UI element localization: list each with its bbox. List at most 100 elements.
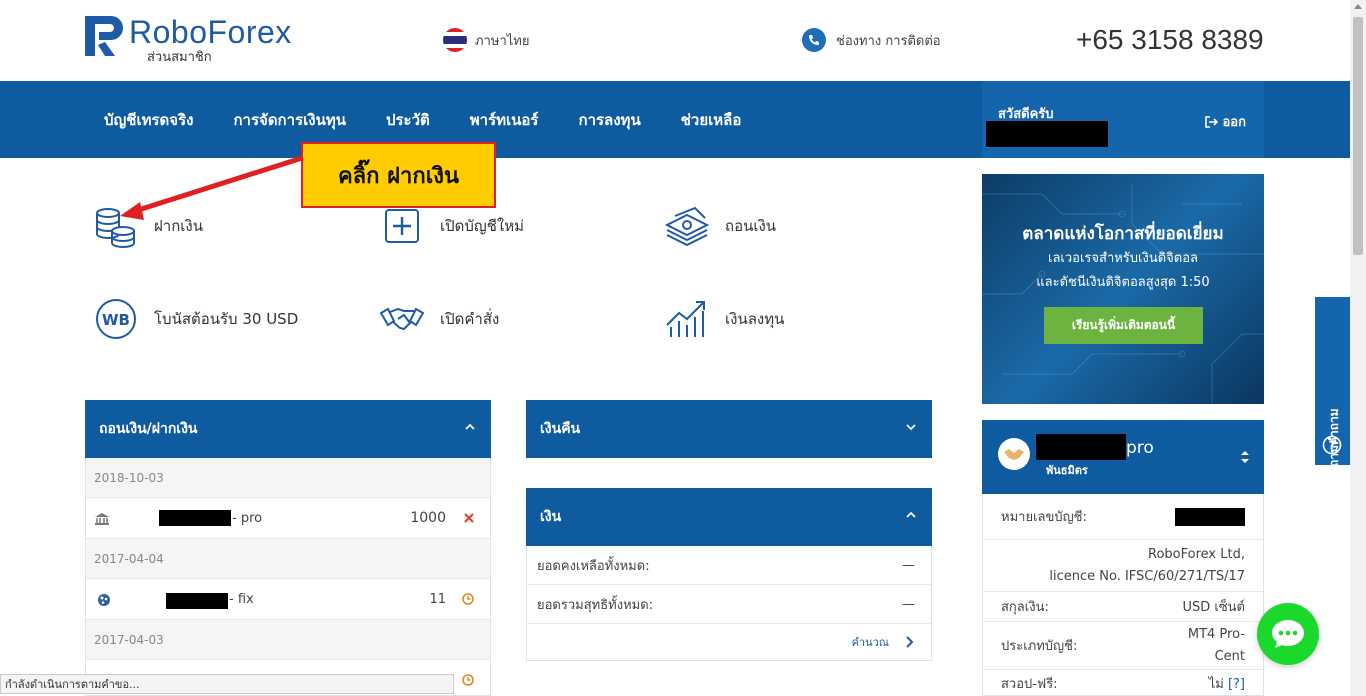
contact-link[interactable]: ช่องทาง การติดต่อ xyxy=(802,28,941,52)
transaction-row[interactable]: - fix 11 xyxy=(86,579,490,620)
calculate-label: คำนวณ xyxy=(851,636,889,649)
total-equity-row: ยอดรวมสุทธิทั้งหมด: — xyxy=(527,585,931,624)
company-licence: licence No. IFSC/60/271/TS/17 xyxy=(1049,568,1245,584)
clock-icon xyxy=(462,593,474,605)
language-selector[interactable]: ภาษาไทย xyxy=(443,28,529,52)
sort-icon[interactable] xyxy=(1240,450,1250,464)
total-balance-label: ยอดคงเหลือทั้งหมด: xyxy=(537,558,650,574)
question-icon: ? xyxy=(1322,435,1342,455)
promo-banner[interactable]: ตลาดแห่งโอกาสที่ยอดเยี่ยม เลเวอเรจสำหรับ… xyxy=(982,174,1264,404)
callout-arrow xyxy=(120,155,303,220)
ask-question-label: ถามคำถาม xyxy=(1327,408,1341,467)
money-panel-header[interactable]: เงิน xyxy=(526,488,932,546)
total-equity-label: ยอดรวมสุทธิทั้งหมด: xyxy=(537,597,654,613)
transactions-list: 2018-10-03 - pro 1000 2017-04-04 - fix 1… xyxy=(85,458,491,696)
ask-question-tab[interactable]: ถามคำถาม ? xyxy=(1315,297,1350,467)
account-number-label: หมายเลขบัญชี: xyxy=(1001,510,1087,525)
language-label: ภาษาไทย xyxy=(475,33,530,49)
svg-text:?: ? xyxy=(1329,439,1336,453)
scroll-thumb[interactable] xyxy=(1353,17,1363,255)
invest-action[interactable]: เงินลงทุน xyxy=(665,297,784,341)
page-scrollbar[interactable] xyxy=(1350,0,1366,696)
refund-panel-title: เงินคืน xyxy=(540,421,581,437)
chevron-up-icon xyxy=(906,511,916,518)
nav-item-invest[interactable]: การลงทุน xyxy=(578,108,640,132)
refund-panel-header[interactable]: เงินคืน xyxy=(526,400,932,458)
cancel-icon xyxy=(464,513,474,523)
thai-flag-icon xyxy=(443,28,467,52)
bonus-action[interactable]: WB โบนัสต้อนรับ 30 USD xyxy=(94,297,298,341)
logout-label: ออก xyxy=(1222,115,1247,130)
phone-icon xyxy=(802,28,826,52)
company-name: RoboForex Ltd, xyxy=(1148,546,1245,562)
swap-free-value: ไม่ [?] xyxy=(1209,673,1245,694)
open-order-action[interactable]: เปิดคำสั่ง xyxy=(380,297,499,341)
calculate-link[interactable]: คำนวณ xyxy=(527,624,931,660)
promo-title: ตลาดแห่งโอกาสที่ยอดเยี่ยม xyxy=(1022,224,1224,244)
scroll-up-icon[interactable] xyxy=(1354,4,1362,9)
cash-stack-icon xyxy=(665,206,709,247)
webmoney-icon xyxy=(98,594,110,606)
handshake-icon xyxy=(380,307,424,331)
withdraw-action[interactable]: ถอนเงิน xyxy=(665,204,776,248)
company-row: RoboForex Ltd, licence No. IFSC/60/271/T… xyxy=(983,540,1263,592)
logo[interactable]: RoboForex ส่วนสมาชิก xyxy=(85,14,292,65)
total-balance-value: — xyxy=(902,557,915,573)
account-type-value-line-2: Cent xyxy=(1214,648,1245,664)
account-number-row: หมายเลขบัญชี: xyxy=(983,494,1263,540)
partner-avatar xyxy=(998,438,1030,470)
growth-chart-icon xyxy=(666,301,705,337)
redacted-account-name xyxy=(1036,434,1126,460)
brand-name: RoboForex xyxy=(129,14,292,50)
swap-free-label: สวอป-ฟรี: xyxy=(1001,676,1058,692)
account-role: พันธมิตร xyxy=(1046,464,1088,477)
money-panel-title: เงิน xyxy=(540,509,562,525)
account-type-value-line-1: MT4 Pro- xyxy=(1187,626,1245,642)
account-type-label: ประเภทบัญชี: xyxy=(1001,639,1078,654)
transactions-panel-header[interactable]: ถอนเงิน/ฝากเงิน xyxy=(85,400,491,458)
wb-bonus-icon: WB xyxy=(96,299,136,339)
withdraw-label: ถอนเงิน xyxy=(725,217,777,235)
total-equity-value: — xyxy=(902,596,915,612)
chevron-right-icon xyxy=(906,636,914,648)
swap-free-help-link[interactable]: [?] xyxy=(1228,677,1245,692)
contact-label: ช่องทาง การติดต่อ xyxy=(836,33,941,49)
invest-label: เงินลงทุน xyxy=(725,310,785,328)
date-group: 2018-10-03 xyxy=(86,458,490,498)
date-group: 2017-04-04 xyxy=(86,539,490,579)
redacted-account xyxy=(159,510,231,526)
phone-number[interactable]: +65 3158 8389 xyxy=(1076,24,1264,56)
account-card-header[interactable]: pro พันธมิตร xyxy=(982,420,1264,494)
handshake-avatar-icon xyxy=(1004,449,1024,460)
nav-item-partner[interactable]: พาร์ทเนอร์ xyxy=(470,108,539,132)
total-balance-row: ยอดคงเหลือทั้งหมด: — xyxy=(527,546,931,585)
transaction-row[interactable]: - pro 1000 xyxy=(86,498,490,539)
redacted-username xyxy=(986,121,1108,147)
learn-more-button[interactable]: เรียนรู้เพิ่มเติมตอนนี้ xyxy=(1044,307,1203,344)
currency-row: สกุลเงิน: USD เซ็นต์ xyxy=(983,592,1263,622)
currency-label: สกุลเงิน: xyxy=(1001,600,1049,615)
open-account-action[interactable]: เปิดบัญชีใหม่ xyxy=(380,204,524,248)
redacted-account xyxy=(166,593,228,609)
nav-item-help[interactable]: ช่วยเหลือ xyxy=(681,108,742,132)
nav-item-funds[interactable]: การจัดการเงินทุน xyxy=(233,108,346,132)
swap-free-value-text: ไม่ xyxy=(1208,676,1224,692)
plus-square-icon xyxy=(385,209,419,243)
logout-icon xyxy=(1204,115,1218,128)
nav-item-real-accounts[interactable]: บัญชีเทรดจริง xyxy=(104,108,193,132)
transaction-amount: 11 xyxy=(429,591,446,607)
swap-free-row: สวอป-ฟรี: ไม่ [?] xyxy=(983,670,1263,696)
account-type-value: MT4 Pro- Cent xyxy=(1188,624,1245,668)
chat-button[interactable] xyxy=(1257,603,1319,665)
clock-icon xyxy=(462,674,474,686)
money-panel-body: ยอดคงเหลือทั้งหมด: — ยอดรวมสุทธิทั้งหมด:… xyxy=(526,546,932,661)
browser-status-bar: กำลังดำเนินการตามคำขอ... xyxy=(0,674,454,694)
open-account-label: เปิดบัญชีใหม่ xyxy=(440,217,524,235)
logout-button[interactable]: ออก xyxy=(1204,111,1247,132)
account-type-row: ประเภทบัญชี: MT4 Pro- Cent xyxy=(983,622,1263,670)
nav-item-history[interactable]: ประวัติ xyxy=(386,108,430,132)
transaction-account-type: - pro xyxy=(232,510,263,526)
date-group: 2017-04-03 xyxy=(86,620,490,660)
currency-value: USD เซ็นต์ xyxy=(1182,600,1245,615)
promo-line-1: เลเวอเรจสำหรับเงินดิจิตอล xyxy=(1048,251,1198,266)
